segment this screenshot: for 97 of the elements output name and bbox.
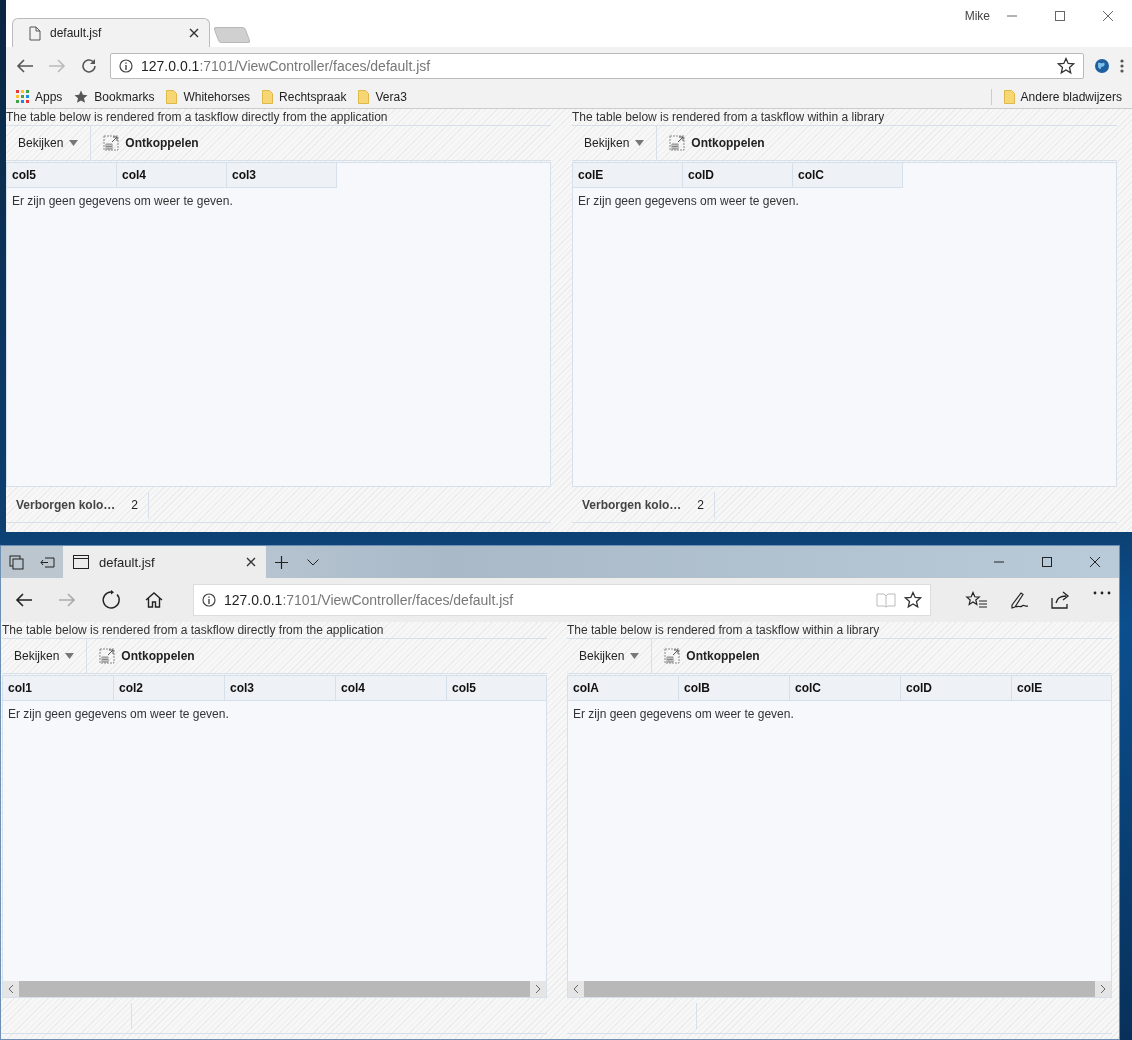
close-icon[interactable] (1090, 557, 1100, 567)
column-header[interactable]: colE (1012, 676, 1111, 701)
column-header[interactable]: col4 (336, 676, 447, 701)
caption-text: The table below is rendered from a taskflow directly from the application (2, 622, 547, 639)
detach-icon (664, 648, 681, 664)
maximize-icon[interactable] (1055, 11, 1065, 21)
column-header[interactable]: colC (793, 163, 903, 188)
column-header[interactable]: col3 (225, 676, 336, 701)
column-header[interactable]: col5 (7, 163, 117, 188)
bookmark-item[interactable]: Vera3 (358, 89, 407, 104)
home-icon[interactable] (145, 591, 164, 609)
star-icon[interactable] (1057, 57, 1075, 75)
hidden-columns-label: Verborgen kolo… (582, 498, 682, 512)
column-header[interactable]: col2 (114, 676, 225, 701)
column-header[interactable]: col1 (3, 676, 114, 701)
browser-tab[interactable]: default.jsf (12, 18, 210, 47)
folder-icon (1003, 89, 1015, 104)
bookmark-item[interactable]: Rechtspraak (262, 89, 347, 104)
close-icon[interactable] (1103, 11, 1113, 21)
scroll-left-icon[interactable] (8, 984, 14, 994)
url-path: :7101/ViewController/faces/default.jsf (282, 592, 514, 608)
bookmark-item[interactable]: Apps (16, 89, 63, 104)
view-menu-button[interactable]: Bekijken (567, 639, 653, 673)
set-aside-icon[interactable] (40, 554, 55, 570)
reading-view-icon (876, 592, 896, 608)
column-header[interactable]: col3 (227, 163, 337, 188)
info-icon (202, 593, 216, 607)
folder-icon (358, 89, 370, 104)
window-icon (73, 555, 89, 569)
detach-icon (669, 135, 686, 151)
detach-button[interactable]: Ontkoppelen (657, 126, 777, 160)
browser-tab[interactable]: default.jsf (63, 546, 266, 578)
detach-button[interactable]: Ontkoppelen (87, 639, 207, 673)
close-icon[interactable] (246, 557, 256, 567)
caret-icon (635, 140, 645, 146)
bookmark-item[interactable]: Andere bladwijzers (1003, 89, 1122, 104)
detach-icon (103, 135, 120, 151)
empty-message: Er zijn geen gegevens om weer te geven. (7, 706, 230, 723)
caret-icon (69, 140, 79, 146)
caption-text: The table below is rendered from a taskflow within a library (567, 622, 1112, 639)
maximize-icon[interactable] (1042, 557, 1052, 567)
share-icon[interactable] (1051, 591, 1071, 609)
plus-icon[interactable] (275, 555, 288, 569)
bookmark-item[interactable]: Bookmarks (74, 89, 155, 104)
folder-icon (262, 89, 274, 104)
hidden-columns-count: 2 (697, 498, 705, 512)
star-icon[interactable] (904, 591, 922, 609)
column-header[interactable]: colD (901, 676, 1012, 701)
info-icon (119, 59, 133, 73)
back-arrow-icon[interactable] (16, 58, 34, 74)
reload-icon[interactable] (100, 590, 121, 610)
empty-message: Er zijn geen gegevens om weer te geven. (577, 193, 800, 210)
column-header[interactable]: colD (683, 163, 793, 188)
scroll-left-icon[interactable] (573, 984, 579, 994)
caption-text: The table below is rendered from a taskflow directly from the application (6, 109, 551, 126)
view-menu-button[interactable]: Bekijken (6, 126, 92, 160)
url-path: :7101/ViewController/faces/default.jsf (199, 58, 431, 74)
hidden-columns-count: 2 (131, 498, 139, 512)
url-host: 127.0.0.1 (141, 58, 200, 74)
column-header[interactable]: colC (790, 676, 901, 701)
column-header[interactable]: colB (679, 676, 790, 701)
reload-icon[interactable] (80, 57, 98, 75)
scroll-right-icon[interactable] (1100, 984, 1106, 994)
column-header[interactable]: col5 (447, 676, 546, 701)
caption-text: The table below is rendered from a taskflow within a library (572, 109, 1117, 126)
caret-icon (630, 653, 640, 659)
column-header[interactable]: col4 (117, 163, 227, 188)
close-icon[interactable] (189, 28, 199, 38)
folder-icon (166, 89, 178, 104)
back-arrow-icon[interactable] (14, 592, 33, 608)
bookmark-item[interactable]: Whitehorses (166, 89, 251, 104)
detach-button[interactable]: Ontkoppelen (91, 126, 211, 160)
profile-name[interactable]: Mike (964, 9, 990, 23)
star-icon (74, 89, 89, 104)
scroll-right-icon[interactable] (535, 984, 541, 994)
page-icon (29, 25, 41, 41)
pen-icon[interactable] (1009, 591, 1029, 609)
hidden-columns-label: Verborgen kolo… (16, 498, 116, 512)
caret-icon (65, 653, 75, 659)
more-icon[interactable] (1093, 591, 1111, 595)
globe-icon[interactable] (1094, 58, 1110, 74)
empty-message: Er zijn geen gegevens om weer te geven. (572, 706, 795, 723)
menu-icon[interactable] (1120, 58, 1124, 74)
detach-icon (99, 648, 116, 664)
tabs-icon[interactable] (9, 554, 24, 570)
detach-button[interactable]: Ontkoppelen (652, 639, 772, 673)
favorites-list-icon[interactable] (965, 591, 987, 609)
column-header[interactable]: colA (568, 676, 679, 701)
url-host: 127.0.0.1 (224, 592, 283, 608)
view-menu-button[interactable]: Bekijken (572, 126, 658, 160)
address-bar[interactable]: 127.0.0.1:7101/ViewController/faces/default.jsf (110, 53, 1084, 79)
chevron-down-icon[interactable] (306, 558, 319, 566)
empty-message: Er zijn geen gegevens om weer te geven. (11, 193, 234, 210)
address-bar[interactable]: 127.0.0.1:7101/ViewController/faces/default.jsf (193, 584, 931, 616)
view-menu-button[interactable]: Bekijken (2, 639, 88, 673)
apps-grid-icon (16, 90, 29, 103)
column-header[interactable]: colE (573, 163, 683, 188)
